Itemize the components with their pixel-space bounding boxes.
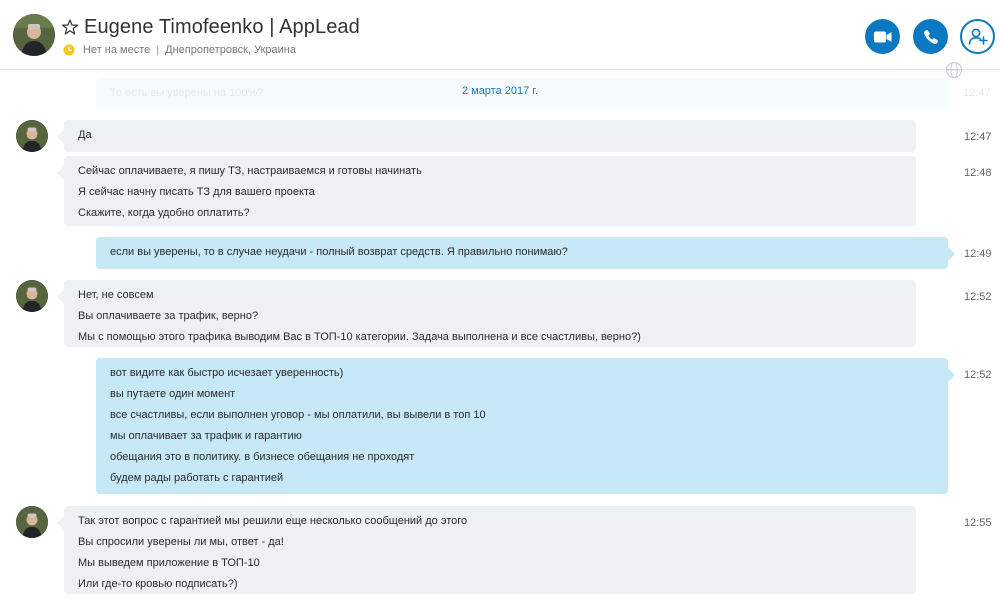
message-text: Вы спросили уверены ли мы, ответ - да!	[78, 536, 284, 548]
message-text: Скажите, когда удобно оплатить?	[78, 207, 250, 219]
message-bubble-incoming[interactable]: Да	[57, 120, 916, 152]
message-bubble-outgoing[interactable]: если вы уверены, то в случае неудачи - п…	[96, 237, 955, 269]
presence-row: Нет на месте | Днепропетровск, Украина	[63, 42, 296, 58]
sender-avatar[interactable]	[16, 120, 48, 152]
presence-status: Нет на месте	[83, 44, 151, 56]
contact-avatar[interactable]	[13, 14, 55, 56]
video-call-button[interactable]	[865, 19, 900, 54]
globe-icon[interactable]	[945, 61, 963, 79]
message-text: обещания это в политику. в бизнесе обеща…	[110, 451, 415, 463]
conversation-header: Eugene Timofeenko | AppLead Нет на месте…	[0, 0, 1000, 70]
sender-avatar[interactable]	[16, 280, 48, 312]
add-participants-button[interactable]	[960, 19, 995, 54]
add-person-icon	[968, 28, 988, 45]
message-text: мы оплачивает за трафик и гарантию	[110, 430, 302, 442]
message-text: вы путаете один момент	[110, 388, 236, 400]
message-time: 12:52	[964, 369, 992, 381]
message-time: 12:49	[964, 248, 992, 260]
away-clock-icon	[63, 44, 75, 56]
message-text: Мы выведем приложение в ТОП-10	[78, 557, 260, 569]
video-call-icon	[873, 31, 891, 42]
message-text: будем рады работать с гарантией	[110, 472, 284, 484]
sender-avatar[interactable]	[16, 506, 48, 538]
message-text: если вы уверены, то в случае неудачи - п…	[110, 246, 568, 258]
message-text: Так этот вопрос с гарантией мы решили ещ…	[78, 515, 468, 527]
message-time: 12:47	[964, 131, 992, 143]
message-time: 12:52	[964, 291, 992, 303]
message-time: 12:48	[964, 167, 992, 179]
message-text: Да	[78, 129, 92, 141]
audio-call-button[interactable]	[913, 19, 948, 54]
message-text: Нет, не совсем	[78, 289, 154, 301]
message-text: Я сейчас начну писать ТЗ для вашего прое…	[78, 186, 315, 198]
message-bubble-incoming[interactable]: Нет, не совсем Вы оплачиваете за трафик,…	[57, 280, 916, 347]
message-text: Сейчас оплачиваете, я пишу ТЗ, настраива…	[78, 165, 422, 177]
phone-icon	[923, 29, 938, 44]
message-bubble-outgoing[interactable]: вот видите как быстро исчезает увереннос…	[96, 358, 955, 494]
message-text: Мы с помощью этого трафика выводим Вас в…	[78, 331, 641, 343]
message-bubble-incoming[interactable]: Сейчас оплачиваете, я пишу ТЗ, настраива…	[57, 156, 916, 226]
message-text: Или где-то кровью подписать?)	[78, 578, 238, 590]
star-icon[interactable]	[61, 18, 79, 36]
message-time: 12:55	[964, 517, 992, 529]
presence-separator: |	[156, 44, 160, 56]
contact-location: Днепропетровск, Украина	[165, 44, 296, 56]
message-text: Вы оплачиваете за трафик, верно?	[78, 310, 259, 322]
message-text: все счастливы, если выполнен уговор - мы…	[110, 409, 486, 421]
message-text: вот видите как быстро исчезает увереннос…	[110, 367, 344, 379]
message-bubble-incoming[interactable]: Так этот вопрос с гарантией мы решили ещ…	[57, 506, 916, 594]
contact-name[interactable]: Eugene Timofeenko | AppLead	[84, 16, 360, 39]
date-separator: 2 марта 2017 г.	[461, 85, 539, 97]
